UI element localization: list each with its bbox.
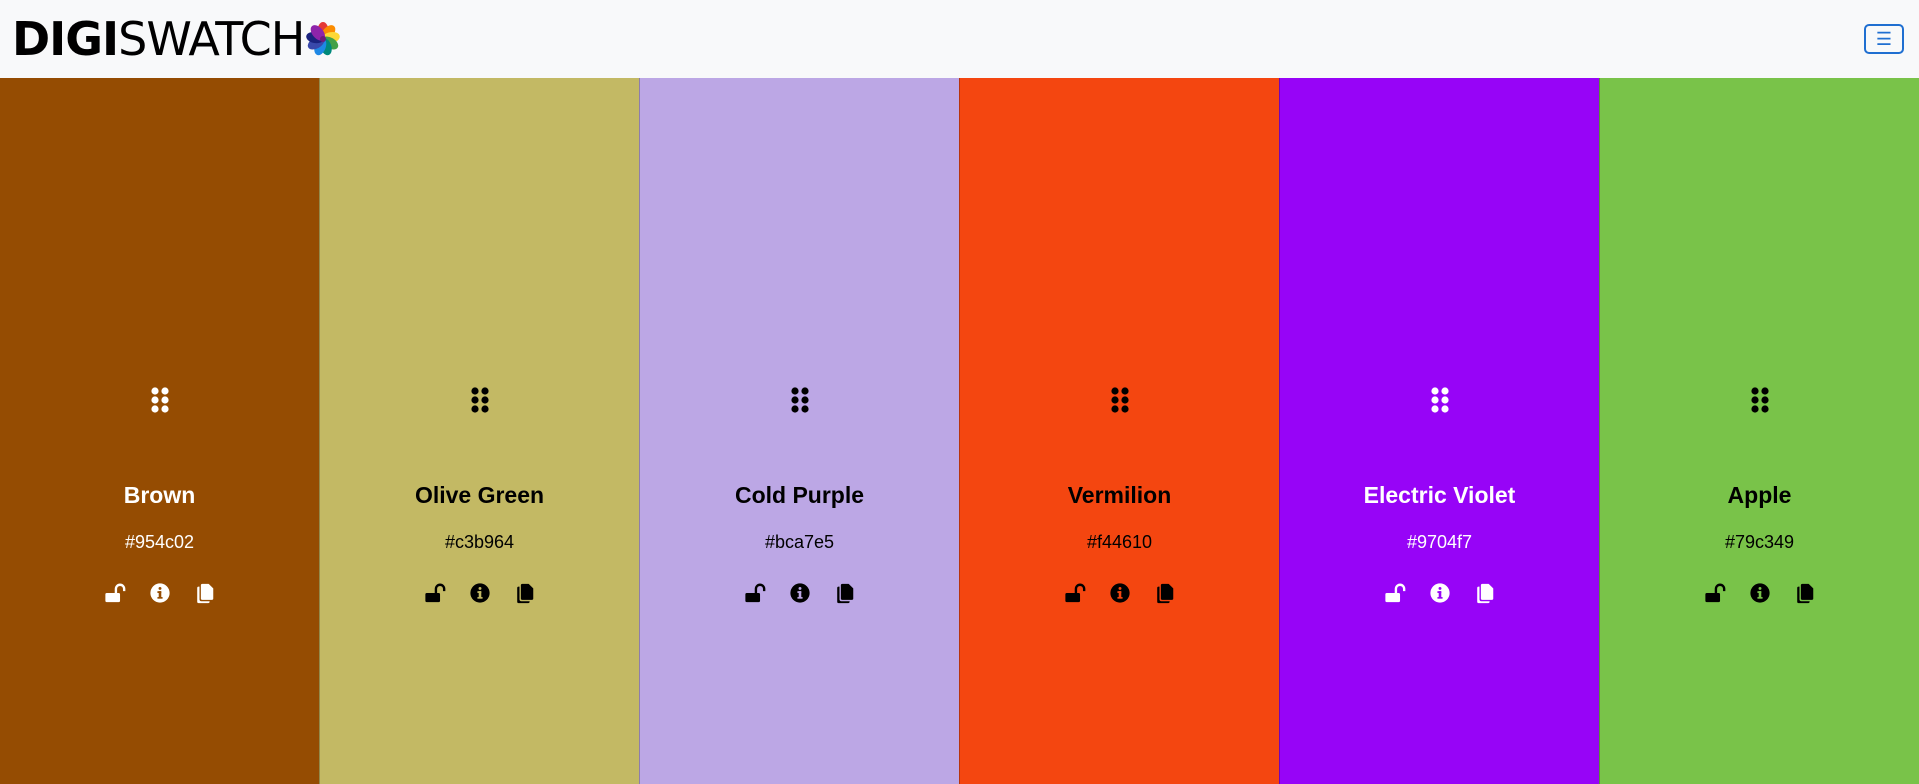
color-swatch-apple: Apple #79c349 <box>1599 78 1919 784</box>
color-hex: #c3b964 <box>444 532 515 552</box>
copy-icon <box>196 583 213 603</box>
info-icon <box>789 582 810 603</box>
drag-handle-icon[interactable] <box>1429 386 1451 414</box>
color-swatch-cold-purple: Cold Purple #bca7e5 <box>639 78 959 784</box>
unlock-icon <box>744 583 765 602</box>
color-name: Cold Purple <box>734 482 865 508</box>
brand-logo[interactable]: DIGI SWATCH <box>12 0 341 78</box>
unlock-icon <box>1704 583 1725 602</box>
unlock-icon <box>1384 583 1405 602</box>
copy-button[interactable] <box>193 581 216 604</box>
copy-icon <box>836 583 853 603</box>
info-button[interactable] <box>788 581 811 604</box>
lock-toggle-button[interactable] <box>743 581 766 604</box>
color-name: Apple <box>1727 482 1792 508</box>
color-swatch-electric-violet: Electric Violet #9704f7 <box>1279 78 1599 784</box>
color-hex: #954c02 <box>124 532 195 552</box>
copy-button[interactable] <box>1473 581 1496 604</box>
color-name: Vermilion <box>1067 482 1172 508</box>
copy-button[interactable] <box>1793 581 1816 604</box>
brand-text-bold: DIGI <box>12 12 119 66</box>
copy-icon <box>516 583 533 603</box>
color-name: Olive Green <box>414 482 545 508</box>
drag-handle-icon[interactable] <box>1749 386 1771 414</box>
color-swatch-vermilion: Vermilion #f44610 <box>959 78 1279 784</box>
drag-handle-icon[interactable] <box>1109 386 1131 414</box>
info-icon <box>469 582 490 603</box>
info-button[interactable] <box>148 581 171 604</box>
swatch-actions <box>103 581 216 604</box>
color-hex: #bca7e5 <box>764 532 835 552</box>
lock-toggle-button[interactable] <box>1383 581 1406 604</box>
unlock-icon <box>1064 583 1085 602</box>
color-hex: #f44610 <box>1086 532 1153 552</box>
unlock-icon <box>104 583 125 602</box>
copy-button[interactable] <box>833 581 856 604</box>
copy-button[interactable] <box>513 581 536 604</box>
info-button[interactable] <box>468 581 491 604</box>
color-swatch-olive-green: Olive Green #c3b964 <box>319 78 639 784</box>
swatch-actions <box>743 581 856 604</box>
drag-handle-icon[interactable] <box>789 386 811 414</box>
navbar: DIGI SWATCH ☰ <box>0 0 1919 78</box>
color-hex: #79c349 <box>1724 532 1795 552</box>
lock-toggle-button[interactable] <box>1063 581 1086 604</box>
drag-handle-icon[interactable] <box>149 386 171 414</box>
swatch-actions <box>1703 581 1816 604</box>
info-icon <box>1109 582 1130 603</box>
color-name: Brown <box>123 482 196 508</box>
info-icon <box>1429 582 1450 603</box>
copy-button[interactable] <box>1153 581 1176 604</box>
color-name: Electric Violet <box>1363 482 1516 508</box>
brand-text-light: SWATCH <box>118 12 305 66</box>
swatch-actions <box>423 581 536 604</box>
unlock-icon <box>424 583 445 602</box>
color-wheel-icon <box>306 22 341 56</box>
brand-text: DIGI SWATCH <box>12 12 305 66</box>
menu-toggle-button[interactable]: ☰ <box>1864 24 1904 54</box>
lock-toggle-button[interactable] <box>103 581 126 604</box>
lock-toggle-button[interactable] <box>423 581 446 604</box>
swatch-actions <box>1063 581 1176 604</box>
color-swatch-brown: Brown #954c02 <box>0 78 319 784</box>
info-button[interactable] <box>1748 581 1771 604</box>
copy-icon <box>1156 583 1173 603</box>
hamburger-menu-icon: ☰ <box>1875 29 1893 49</box>
drag-handle-icon[interactable] <box>469 386 491 414</box>
copy-icon <box>1476 583 1493 603</box>
palette: Brown #954c02 Olive Green #c3b964 Cold P… <box>0 78 1919 784</box>
info-icon <box>1749 582 1770 603</box>
swatch-actions <box>1383 581 1496 604</box>
info-button[interactable] <box>1428 581 1451 604</box>
color-hex: #9704f7 <box>1406 532 1473 552</box>
info-button[interactable] <box>1108 581 1131 604</box>
lock-toggle-button[interactable] <box>1703 581 1726 604</box>
copy-icon <box>1796 583 1813 603</box>
info-icon <box>149 582 170 603</box>
